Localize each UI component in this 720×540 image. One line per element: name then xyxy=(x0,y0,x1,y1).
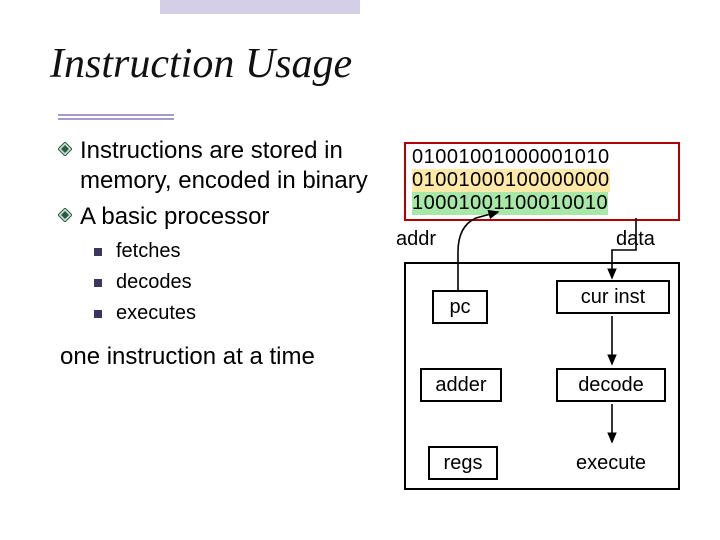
memory-line-3: 10001001100010010 xyxy=(412,192,608,215)
diamond-bullet-icon xyxy=(58,142,72,156)
diamond-bullet-icon xyxy=(58,208,72,222)
square-bullet-icon xyxy=(94,248,102,256)
addr-label: addr xyxy=(396,228,436,251)
memory-box: 01001001000001010 01001000100000000 1000… xyxy=(404,142,680,221)
subbullet-fetches: fetches xyxy=(94,240,398,263)
square-bullet-icon xyxy=(94,279,102,287)
slide-title: Instruction Usage xyxy=(50,40,352,88)
square-bullet-icon xyxy=(94,310,102,318)
content-area: Instructions are stored in memory, encod… xyxy=(58,136,398,371)
bullet-2-text: A basic processor xyxy=(80,202,269,232)
execute-box: execute xyxy=(556,446,666,480)
subbullet-executes-text: executes xyxy=(116,302,196,325)
memory-line-1: 01001001000001010 xyxy=(412,146,672,169)
memory-line-2: 01001000100000000 xyxy=(412,169,610,192)
pc-box: pc xyxy=(432,290,488,324)
subbullet-fetches-text: fetches xyxy=(116,240,180,263)
bullet-1: Instructions are stored in memory, encod… xyxy=(58,136,398,196)
bullet-2: A basic processor xyxy=(58,202,398,232)
bullet-1-text: Instructions are stored in memory, encod… xyxy=(80,136,398,196)
data-label: data xyxy=(616,228,655,251)
decode-box: decode xyxy=(556,368,666,402)
cur-inst-box: cur inst xyxy=(556,280,670,314)
adder-box: adder xyxy=(420,368,502,402)
subbullet-executes: executes xyxy=(94,302,398,325)
closing-line: one instruction at a time xyxy=(60,343,398,371)
regs-box: regs xyxy=(428,446,498,480)
accent-bar xyxy=(160,0,360,14)
subbullet-decodes-text: decodes xyxy=(116,271,192,294)
title-underline xyxy=(58,114,174,120)
subbullet-decodes: decodes xyxy=(94,271,398,294)
